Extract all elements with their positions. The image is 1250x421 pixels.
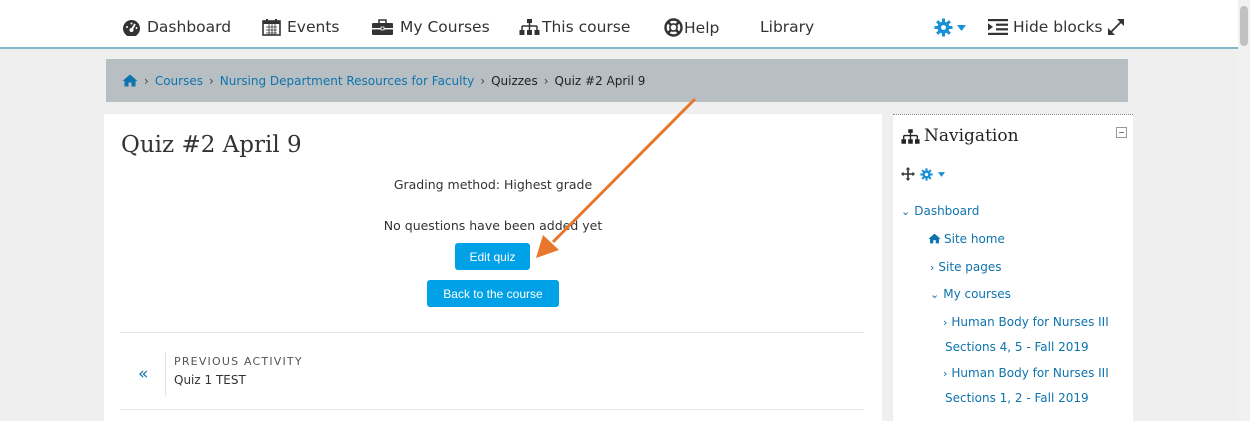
nav-library-label: Library	[760, 18, 815, 36]
previous-activity-label[interactable]: PREVIOUS ACTIVITY	[174, 355, 303, 368]
back-to-course-button[interactable]: Back to the course	[427, 280, 559, 307]
block-controls	[901, 167, 945, 181]
breadcrumb-quizzes[interactable]: Quizzes	[491, 74, 538, 88]
scrollbar[interactable]	[1238, 0, 1250, 421]
collapse-block-button[interactable]	[1116, 127, 1127, 138]
nav-this-course-label: This course	[542, 18, 631, 36]
nav-events-label: Events	[287, 18, 340, 36]
breadcrumb-separator: ›	[144, 73, 149, 88]
hide-blocks-label: Hide blocks	[1013, 18, 1103, 36]
caret-down-icon	[957, 24, 966, 31]
navigation-block: Navigation ⌄ Dashboard Site home › Site pa…	[893, 114, 1133, 421]
tree-item-label: Dashboard	[914, 204, 980, 218]
expand-icon	[1108, 19, 1125, 35]
edit-quiz-button[interactable]: Edit quiz	[455, 243, 530, 270]
chevron-right-icon: ›	[943, 367, 948, 380]
breadcrumb: › Courses › Nursing Department Resources…	[106, 59, 1128, 102]
breadcrumb-current: Quiz #2 April 9	[554, 73, 646, 88]
nav-help[interactable]: Help	[664, 18, 719, 37]
chevron-down-icon: ⌄	[901, 205, 911, 218]
move-icon[interactable]	[901, 167, 915, 181]
nav-help-label: Help	[684, 18, 720, 37]
tree-item-course-sections[interactable]: Sections 1, 2 - Fall 2019	[945, 391, 1089, 405]
sitemap-icon	[519, 19, 540, 35]
chevron-down-icon: ⌄	[930, 288, 940, 301]
tree-item-course-sections[interactable]: Sections 4, 5 - Fall 2019	[945, 340, 1089, 354]
nav-events[interactable]: Events	[262, 18, 339, 36]
grading-method-text: Grading method: Highest grade	[393, 177, 593, 192]
breadcrumb-courses[interactable]: Courses	[155, 74, 203, 88]
lifebuoy-icon	[664, 18, 683, 37]
dashboard-icon	[123, 19, 140, 36]
tree-item-site-home[interactable]: Site home	[928, 232, 1005, 246]
settings-menu[interactable]	[934, 18, 966, 37]
gear-icon	[934, 18, 953, 37]
tree-item-site-pages[interactable]: › Site pages	[930, 260, 1001, 274]
nav-my-courses-label: My Courses	[400, 18, 490, 36]
breadcrumb-separator: ›	[208, 73, 214, 88]
tree-item-label: My courses	[943, 287, 1011, 301]
no-questions-text: No questions have been added yet	[383, 218, 603, 233]
hide-blocks-button[interactable]: Hide blocks	[988, 18, 1125, 36]
gear-icon[interactable]	[920, 167, 933, 181]
previous-activity-arrow[interactable]: «	[138, 364, 148, 384]
tree-item-course[interactable]: › Human Body for Nurses III	[943, 315, 1109, 329]
divider	[165, 352, 166, 396]
scrollbar-thumb[interactable]	[1240, 6, 1248, 46]
navigation-title-text: Navigation	[924, 126, 1019, 146]
navigation-block-title: Navigation	[901, 126, 1019, 146]
nav-my-courses[interactable]: My Courses	[371, 18, 490, 36]
breadcrumb-separator: ›	[480, 73, 486, 88]
tree-item-my-courses[interactable]: ⌄ My courses	[930, 287, 1011, 301]
nav-dashboard[interactable]: Dashboard	[122, 18, 231, 36]
tree-item-label: Human Body for Nurses III	[951, 315, 1109, 329]
top-navbar: Dashboard Events My Courses This course …	[0, 0, 1238, 49]
home-icon	[928, 233, 941, 244]
sitemap-icon	[901, 128, 920, 144]
nav-this-course[interactable]: This course	[519, 18, 630, 36]
breadcrumb-course[interactable]: Nursing Department Resources for Faculty	[220, 74, 474, 88]
tree-item-label: Site home	[944, 232, 1005, 246]
caret-down-icon[interactable]	[938, 171, 945, 177]
tree-item-label: Human Body for Nurses III	[951, 366, 1109, 380]
nav-library[interactable]: Library	[760, 18, 814, 36]
main-content: Quiz #2 April 9 Grading method: Highest …	[104, 114, 882, 421]
tree-item-label: Site pages	[938, 260, 1002, 274]
chevron-right-icon: ›	[943, 316, 948, 329]
home-icon[interactable]	[122, 74, 138, 87]
divider	[120, 409, 864, 410]
chevron-right-icon: ›	[930, 261, 935, 274]
tree-item-dashboard[interactable]: ⌄ Dashboard	[901, 204, 979, 218]
breadcrumb-separator: ›	[543, 73, 549, 88]
nav-dashboard-label: Dashboard	[147, 18, 232, 36]
calendar-icon	[262, 19, 281, 36]
tree-item-course[interactable]: › Human Body for Nurses III	[943, 366, 1109, 380]
previous-activity-link[interactable]: Quiz 1 TEST	[174, 373, 246, 387]
briefcase-icon	[372, 18, 393, 35]
divider	[120, 332, 864, 333]
indent-icon	[988, 19, 1008, 35]
page-title: Quiz #2 April 9	[121, 132, 302, 158]
